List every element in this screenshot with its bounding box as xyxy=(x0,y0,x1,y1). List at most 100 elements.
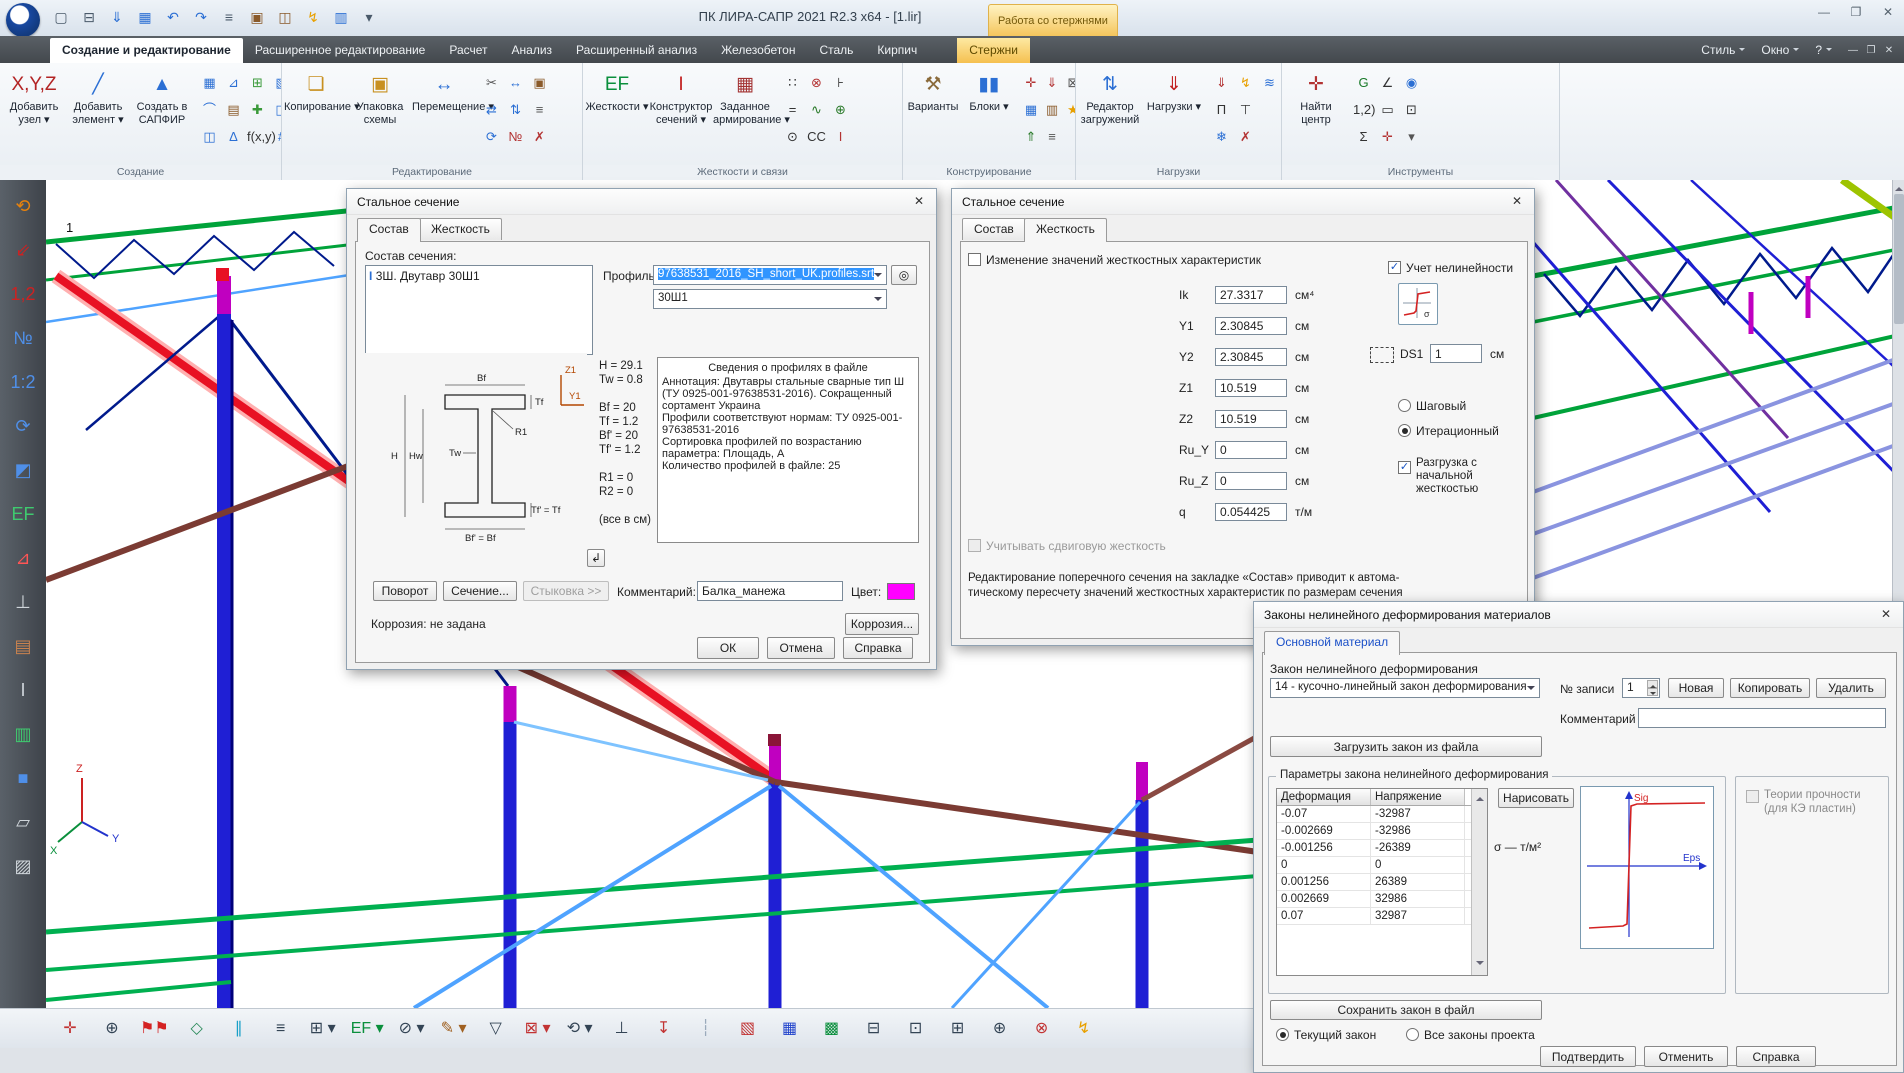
render-mode-icon[interactable]: ≡ xyxy=(267,1015,295,1043)
add-node-button[interactable]: X,Y,Z Добавитьузел ▾ xyxy=(2,66,66,127)
rotate-button[interactable]: Поворот xyxy=(373,581,437,601)
view-undo-icon[interactable]: ⟲ xyxy=(4,184,42,228)
Y2-input[interactable]: 2.30845 xyxy=(1215,348,1287,366)
mdi-restore-icon[interactable]: ❐ xyxy=(1862,43,1880,59)
blocks-button[interactable]: ▮▮ Блоки ▾ xyxy=(961,66,1017,114)
comment-input[interactable] xyxy=(1638,708,1886,728)
fragmentation-icon[interactable]: ⊠ ▾ xyxy=(524,1015,552,1043)
menu-help[interactable]: ? xyxy=(1807,38,1840,63)
help-button[interactable]: Справка xyxy=(843,637,913,659)
remove-joint-icon[interactable]: ⊗ xyxy=(806,70,827,96)
undo-icon[interactable]: ↶ xyxy=(162,6,184,28)
mesh-green-icon[interactable]: ▩ xyxy=(818,1015,846,1043)
pack-small-icon[interactable]: ▣ xyxy=(529,70,550,96)
rotate-icon[interactable]: ⟳ xyxy=(481,124,502,150)
zoom-cancel-icon[interactable]: ⊗ xyxy=(1028,1015,1056,1043)
ds-input[interactable]: 1 xyxy=(1430,344,1482,363)
help-button[interactable]: Справка xyxy=(1736,1046,1816,1067)
mesh-add-icon[interactable]: ⊞ xyxy=(247,70,268,96)
tab-advanced-analysis[interactable]: Расширенный анализ xyxy=(564,38,709,63)
Ik-input[interactable]: 27.3317 xyxy=(1215,286,1287,304)
tab-bars[interactable]: Стержни xyxy=(957,38,1030,63)
star-mark-icon[interactable]: ★ xyxy=(1064,97,1076,123)
mdi-minimize-icon[interactable]: — xyxy=(1844,43,1862,59)
menu-style[interactable]: Стиль xyxy=(1693,38,1753,63)
close-icon[interactable]: ✕ xyxy=(904,191,934,212)
distributed-load-icon[interactable]: Π xyxy=(1211,97,1232,123)
find-center-button[interactable]: ✛ Найтицентр xyxy=(1284,66,1348,127)
view-redo-icon[interactable]: ⇙ xyxy=(4,228,42,272)
create-sapfir-button[interactable]: ▲ Создать вСАПФИР xyxy=(130,66,194,127)
tab-advanced-edit[interactable]: Расширенное редактирование xyxy=(243,38,438,63)
close-icon[interactable]: ✕ xyxy=(1502,191,1532,212)
Z2-input[interactable]: 10.519 xyxy=(1215,410,1287,428)
materials-view-icon[interactable]: ▥ xyxy=(4,712,42,756)
impulse-load-icon[interactable]: ↯ xyxy=(1235,70,1256,96)
layers-icon[interactable]: ≡ xyxy=(1043,124,1061,150)
node-grid-icon[interactable]: ▦ xyxy=(199,70,220,96)
spinner-up-icon[interactable] xyxy=(1647,680,1658,688)
node-joint-icon[interactable]: ⊙ xyxy=(782,124,803,150)
cone-generation-icon[interactable]: ∆ xyxy=(223,124,244,150)
load-down-icon[interactable]: ⇓ xyxy=(1211,70,1232,96)
frame-display-icon[interactable]: ⊟ xyxy=(860,1015,888,1043)
corrosion-button[interactable]: Коррозия... xyxy=(845,613,919,635)
section-small-icon[interactable]: Ι xyxy=(830,124,851,150)
apply-size-button[interactable]: ↲ xyxy=(587,549,605,567)
rigid-inserts-icon[interactable]: ∷ xyxy=(782,70,803,96)
close-icon[interactable]: ✕ xyxy=(1871,604,1901,625)
table-row[interactable]: 0.00266932986 xyxy=(1277,891,1487,908)
table-row[interactable]: 0.00125626389 xyxy=(1277,874,1487,891)
delete-icon[interactable]: ✗ xyxy=(529,124,550,150)
menu-window[interactable]: Окно xyxy=(1753,38,1807,63)
delete-load-icon[interactable]: ✗ xyxy=(1235,124,1256,150)
hinges-icon[interactable]: = xyxy=(782,97,803,123)
target-icon[interactable]: ◉ xyxy=(1401,70,1422,96)
delete-button[interactable]: Удалить xyxy=(1816,678,1886,698)
archive-icon[interactable]: ◫ xyxy=(274,6,296,28)
sum-tool-icon[interactable]: Σ xyxy=(1353,124,1374,150)
mirror-icon[interactable]: ↔ xyxy=(505,70,526,96)
gravity-icon[interactable]: G xyxy=(1353,70,1374,96)
tab-base-material[interactable]: Основной материал xyxy=(1264,631,1400,655)
support-icon[interactable]: ⊦ xyxy=(830,70,851,96)
numbering-tool-icon[interactable]: 1,2) xyxy=(1353,97,1374,123)
cc-ties-icon[interactable]: CC xyxy=(806,124,827,150)
table-row[interactable]: -0.002669-32986 xyxy=(1277,823,1487,840)
law-combo[interactable]: 14 - кусочно-линейный закон деформирован… xyxy=(1270,678,1540,698)
arc-generation-icon[interactable]: ⌒ xyxy=(199,97,220,123)
iteration-radio[interactable] xyxy=(1398,424,1411,437)
confirm-button[interactable]: Подтвердить xyxy=(1540,1046,1636,1067)
tab-stiffness[interactable]: Жесткость xyxy=(419,218,502,240)
fxy-surface-icon[interactable]: f(x,y) xyxy=(247,124,268,150)
orbit-icon[interactable]: ⊕ xyxy=(98,1015,126,1043)
cancel-button[interactable]: Отменить xyxy=(1644,1046,1728,1067)
tab-stiffness[interactable]: Жесткость xyxy=(1024,218,1107,242)
move-button[interactable]: ↔ Перемещение ▾ xyxy=(412,66,476,127)
profile-name-combo[interactable]: 30Ш1 xyxy=(653,289,887,309)
i-beam-view-icon[interactable]: Ι xyxy=(4,668,42,712)
tab-analysis[interactable]: Анализ xyxy=(500,38,565,63)
copy-button[interactable]: ❏ Копирование ▾ xyxy=(284,66,348,127)
new-file-icon[interactable]: ▢ xyxy=(50,6,72,28)
tab-calculation[interactable]: Расчет xyxy=(437,38,499,63)
paint-elements-icon[interactable]: ✎ ▾ xyxy=(440,1015,468,1043)
stiffness-display-icon[interactable]: EF ▾ xyxy=(351,1015,384,1043)
half-plate-icon[interactable]: ◨ xyxy=(271,97,282,123)
tab-reinforced-concrete[interactable]: Железобетон xyxy=(709,38,807,63)
more-icon[interactable]: ▾ xyxy=(358,6,380,28)
mdi-close-icon[interactable]: ✕ xyxy=(1880,43,1898,59)
elastic-ties-icon[interactable]: ∿ xyxy=(806,97,827,123)
current-law-radio[interactable] xyxy=(1276,1028,1289,1041)
find-profile-button[interactable]: ◎ xyxy=(891,265,917,285)
align-icon[interactable]: ≡ xyxy=(529,97,550,123)
profile-file-combo[interactable]: 97638531_2016_SH_short_UK.profiles.srt xyxy=(653,265,887,285)
q-input[interactable]: 0.054425 xyxy=(1215,503,1287,521)
block-display-icon[interactable]: ⊡ xyxy=(902,1015,930,1043)
add-stiffness-icon[interactable]: ⊕ xyxy=(830,97,851,123)
axes-add-icon[interactable]: ✛ xyxy=(1022,70,1040,96)
dwg-import-icon[interactable]: ▧ xyxy=(271,70,282,96)
tab-create-edit[interactable]: Создание и редактирование xyxy=(50,38,243,63)
modify-checkbox[interactable] xyxy=(968,253,981,266)
open-model-icon[interactable]: ⊟ xyxy=(78,6,100,28)
